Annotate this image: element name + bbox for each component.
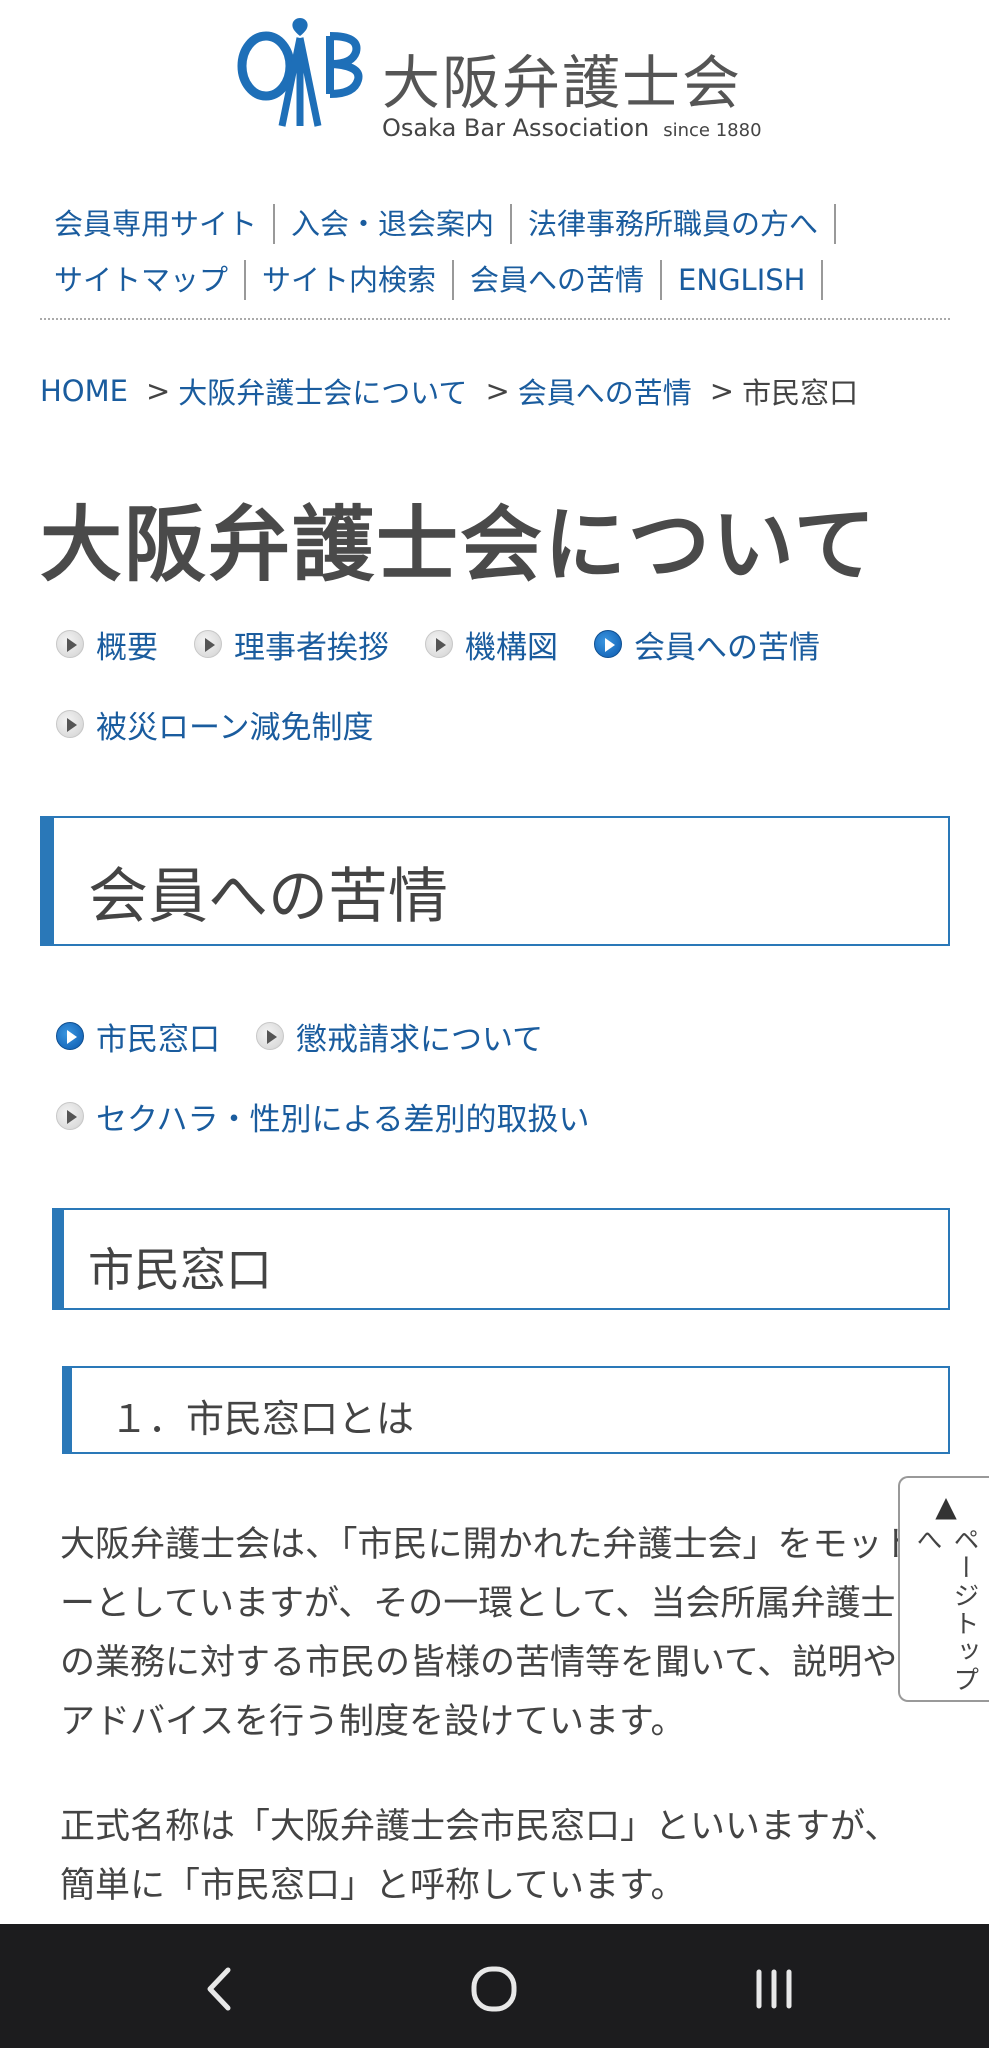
subnav-item-complaints[interactable]: 会員への苦情	[594, 604, 820, 684]
sub-heading-box: 市民窓口	[52, 1208, 950, 1310]
circle-arrow-icon	[56, 1102, 84, 1130]
logo-since: since 1880	[663, 120, 762, 141]
nav-divider	[40, 318, 950, 320]
subnav-item-harassment[interactable]: セクハラ・性別による差別的取扱い	[56, 1076, 590, 1156]
nav-join-leave[interactable]: 入会・退会案内	[275, 204, 513, 244]
complaints-subnav: 市民窓口 懲戒請求について セクハラ・性別による差別的取扱い	[56, 996, 956, 1156]
subnav-label: 会員への苦情	[634, 629, 820, 666]
body-paragraph: 正式名称は「大阪弁護士会市民窓口」といいますが、簡単に「市民窓口」と呼称していま…	[60, 1807, 900, 1906]
subnav-item-greeting[interactable]: 理事者挨拶	[194, 604, 389, 684]
oab-mark-icon	[237, 18, 363, 127]
logo-name-jp: 大阪弁護士会	[382, 49, 743, 117]
sub-heading: 市民窓口	[88, 1243, 272, 1297]
nav-office-staff[interactable]: 法律事務所職員の方へ	[512, 204, 837, 244]
sub-sub-heading: １．市民窓口とは	[110, 1397, 415, 1441]
breadcrumb-separator: >	[145, 374, 171, 408]
section-heading: 会員への苦情	[88, 862, 448, 932]
logo-english-name: Osaka Bar Association	[382, 114, 650, 142]
subnav-item-disciplinary[interactable]: 懲戒請求について	[256, 996, 543, 1076]
recents-button[interactable]	[744, 1964, 804, 2014]
subnav-label: 機構図	[465, 629, 558, 666]
recents-icon	[756, 1969, 792, 2009]
breadcrumb-current: 市民窓口	[742, 376, 859, 410]
breadcrumb: HOME > 大阪弁護士会について > 会員への苦情 > 市民窓口	[40, 370, 858, 412]
subnav-label: セクハラ・性別による差別的取扱い	[96, 1101, 590, 1138]
top-nav-row-2: サイトマップ サイト内検索 会員への苦情 ENGLISH	[40, 252, 950, 308]
nav-site-search[interactable]: サイト内検索	[246, 260, 455, 300]
logo-name-en: Osaka Bar Association since 1880	[382, 114, 762, 142]
breadcrumb-complaints[interactable]: 会員への苦情	[518, 370, 692, 412]
page-top-label: ページトップへ	[912, 1526, 979, 1694]
sub-sub-heading-box: １．市民窓口とは	[62, 1366, 950, 1454]
home-circle-icon	[471, 1966, 517, 2012]
up-triangle-icon: ▲	[935, 1490, 957, 1523]
nav-complaints[interactable]: 会員への苦情	[454, 260, 663, 300]
circle-arrow-icon	[194, 630, 222, 658]
circle-arrow-icon	[256, 1022, 284, 1050]
breadcrumb-about[interactable]: 大阪弁護士会について	[178, 370, 467, 412]
circle-arrow-icon	[56, 710, 84, 738]
subnav-label: 被災ローン減免制度	[96, 709, 374, 746]
site-logo[interactable]: 大阪弁護士会 Osaka Bar Association since 1880	[236, 14, 762, 142]
subnav-label: 概要	[96, 629, 158, 666]
chevron-left-icon	[207, 1967, 231, 2011]
page-top-button[interactable]: ▲ ページトップへ	[898, 1476, 989, 1702]
section-heading-box: 会員への苦情	[40, 816, 950, 946]
subnav-item-citizen-window[interactable]: 市民窓口	[56, 996, 220, 1076]
nav-english[interactable]: ENGLISH	[662, 260, 824, 300]
breadcrumb-separator: >	[709, 374, 735, 408]
subnav-label: 懲戒請求について	[296, 1021, 544, 1058]
body-paragraph: 大阪弁護士会は、「市民に開かれた弁護士会」をモットーとしていますが、その一環とし…	[60, 1525, 918, 1742]
subnav-label: 市民窓口	[96, 1021, 220, 1058]
about-subnav: 概要 理事者挨拶 機構図 会員への苦情 被災ローン減免制度	[56, 604, 956, 764]
subnav-item-overview[interactable]: 概要	[56, 604, 158, 684]
circle-arrow-icon	[425, 630, 453, 658]
top-nav-row-1: 会員専用サイト 入会・退会案内 法律事務所職員の方へ	[40, 196, 950, 252]
subnav-label: 理事者挨拶	[234, 629, 389, 666]
circle-arrow-active-icon	[594, 630, 622, 658]
nav-sitemap[interactable]: サイトマップ	[40, 260, 247, 300]
page-title: 大阪弁護士会について	[40, 498, 878, 593]
breadcrumb-home[interactable]: HOME	[40, 374, 128, 408]
circle-arrow-active-icon	[56, 1022, 84, 1050]
breadcrumb-separator: >	[485, 374, 510, 408]
subnav-item-org-chart[interactable]: 機構図	[425, 604, 558, 684]
subnav-item-disaster-loan[interactable]: 被災ローン減免制度	[56, 684, 373, 764]
top-nav: 会員専用サイト 入会・退会案内 法律事務所職員の方へ サイトマップ サイト内検索…	[40, 196, 950, 308]
nav-member-site[interactable]: 会員専用サイト	[40, 204, 276, 244]
circle-arrow-icon	[56, 630, 84, 658]
home-button[interactable]	[464, 1964, 524, 2014]
system-nav-bar	[0, 1924, 989, 2048]
back-button[interactable]	[190, 1964, 250, 2014]
